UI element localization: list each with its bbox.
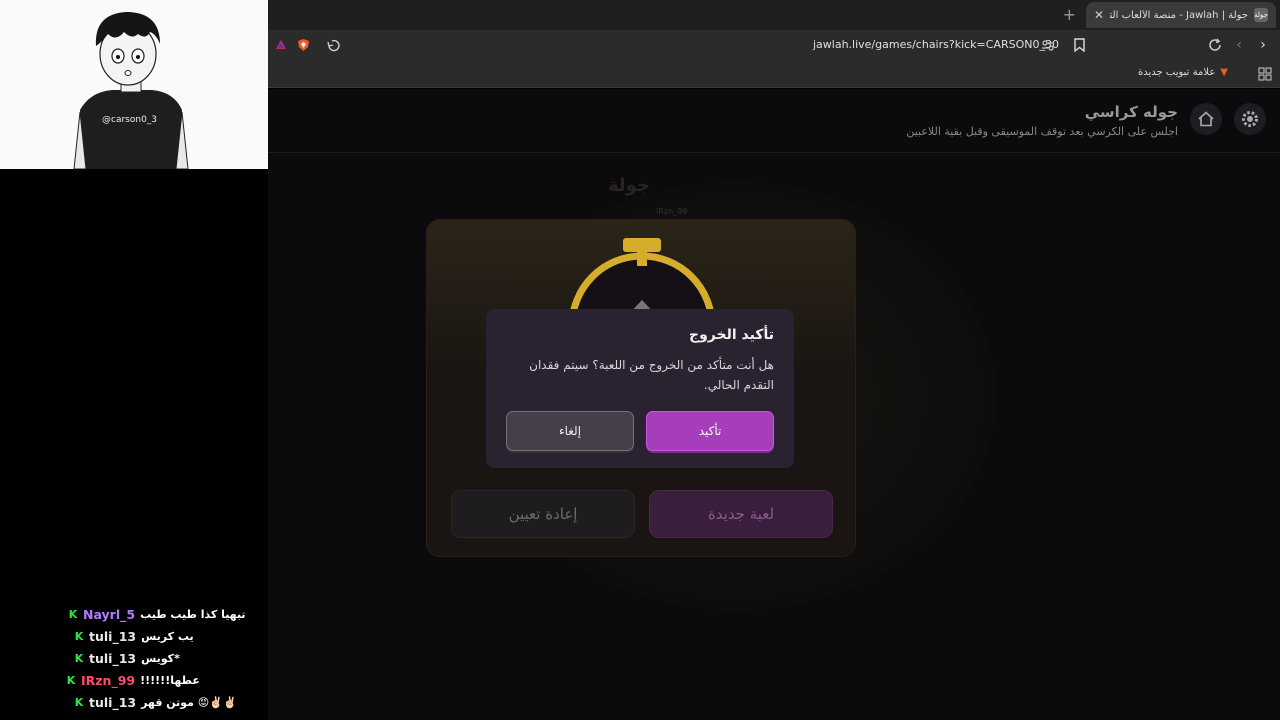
shirt-caption: @carson0_3 <box>102 115 158 125</box>
chat-message: K tuli_13 ✌🏻✌🏻😡 موتن قهر <box>74 692 237 712</box>
brave-shields-icon[interactable] <box>294 36 312 54</box>
close-tab-icon[interactable]: ✕ <box>1094 8 1104 22</box>
chat-text: *كويس <box>141 651 180 665</box>
chat-text: تبهيا كذا طيب طيب <box>140 607 246 621</box>
browser-tabbar: + جولة جولة | Jawlah - منصة الألعاب التف… <box>268 0 1280 30</box>
site-settings-icon[interactable] <box>1039 36 1057 54</box>
dialog-title: تأكيد الخروج <box>689 327 774 343</box>
kick-badge-icon: K <box>74 629 84 643</box>
new-tab-button[interactable]: + <box>1063 5 1076 24</box>
chat-username: IRzn_99 <box>81 672 136 688</box>
brave-bookmark-icon: ▼ <box>1220 67 1228 78</box>
cancel-button[interactable]: إلغاء <box>506 411 634 451</box>
game-header: جوله كراسي اجلس على الكرسي بعد توقف المو… <box>268 89 1280 153</box>
kick-badge-icon: K <box>74 695 84 709</box>
chat-text: ✌🏻✌🏻😡 موتن قهر <box>141 695 237 709</box>
dialog-message: هل أنت متأكد من الخروج من اللعبة؟ سيتم ف… <box>529 358 774 392</box>
kick-badge-icon: K <box>74 651 84 665</box>
brave-rewards-icon[interactable] <box>272 36 290 54</box>
bookmark-label: علامة تبويب جديدة <box>1138 67 1216 78</box>
background-logo: جولة <box>608 175 650 196</box>
forward-icon[interactable]: ‹ <box>1230 36 1248 54</box>
apps-grid-icon[interactable] <box>1258 66 1272 81</box>
reset-button[interactable]: إعادة تعيين <box>451 490 635 538</box>
bookmark-icon[interactable] <box>1070 36 1088 54</box>
jawlah-favicon-icon: جولة <box>1254 8 1268 22</box>
chat-username: tuli_13 <box>89 650 137 666</box>
chat-text: عطها!!!!!! <box>140 673 200 687</box>
share-icon[interactable] <box>324 36 342 54</box>
chat-message: K tuli_13 يب كريس <box>74 626 194 646</box>
exit-confirm-dialog: تأكيد الخروج هل أنت متأكد من الخروج من ا… <box>486 309 794 468</box>
new-game-button[interactable]: لعبة جديدة <box>649 490 833 538</box>
webcam-overlay: @carson0_3 <box>0 0 268 170</box>
chat-message: K Nayrl_5 تبهيا كذا طيب طيب <box>68 604 246 624</box>
kick-badge-icon: K <box>68 607 78 621</box>
confirm-button[interactable]: تأكيد <box>646 411 774 451</box>
reload-icon[interactable] <box>1206 36 1224 54</box>
game-page: جوله كراسي اجلس على الكرسي بعد توقف المو… <box>268 89 1280 720</box>
back-icon[interactable]: › <box>1254 36 1272 54</box>
game-subtitle: اجلس على الكرسي بعد توقف الموسيقى وقبل ب… <box>906 125 1178 138</box>
chat-text: يب كريس <box>141 629 194 643</box>
home-button[interactable] <box>1190 103 1222 135</box>
screen: @carson0_3 + جولة جولة | Jawlah - منصة ا… <box>0 0 1280 720</box>
gear-icon <box>1242 111 1258 127</box>
home-icon <box>1198 111 1214 127</box>
chat-message: K IRzn_99 عطها!!!!!! <box>66 670 200 690</box>
game-title: جوله كراسي <box>1084 103 1178 121</box>
tab-title: جولة | Jawlah - منصة الألعاب التفا <box>1110 9 1248 21</box>
browser-toolbar: jawlah.live/games/chairs?kick=CARSON0_30… <box>268 30 1280 60</box>
address-bar-url[interactable]: jawlah.live/games/chairs?kick=CARSON0_30 <box>813 38 1059 51</box>
streamer-avatar <box>0 0 268 170</box>
chat-message: K tuli_13 *كويس <box>74 648 180 668</box>
chat-username: tuli_13 <box>89 628 137 644</box>
bookmark-new-tab[interactable]: ▼ علامة تبويب جديدة <box>1138 67 1228 78</box>
settings-button[interactable] <box>1234 103 1266 135</box>
browser-tab-active[interactable]: جولة جولة | Jawlah - منصة الألعاب التفا … <box>1086 2 1276 28</box>
chat-username: tuli_13 <box>89 694 137 710</box>
bookmarks-bar: ▼ علامة تبويب جديدة <box>268 60 1280 88</box>
kick-badge-icon: K <box>66 673 76 687</box>
chat-username: Nayrl_5 <box>83 606 136 622</box>
background-player-name: IRzn_99 <box>656 207 688 216</box>
